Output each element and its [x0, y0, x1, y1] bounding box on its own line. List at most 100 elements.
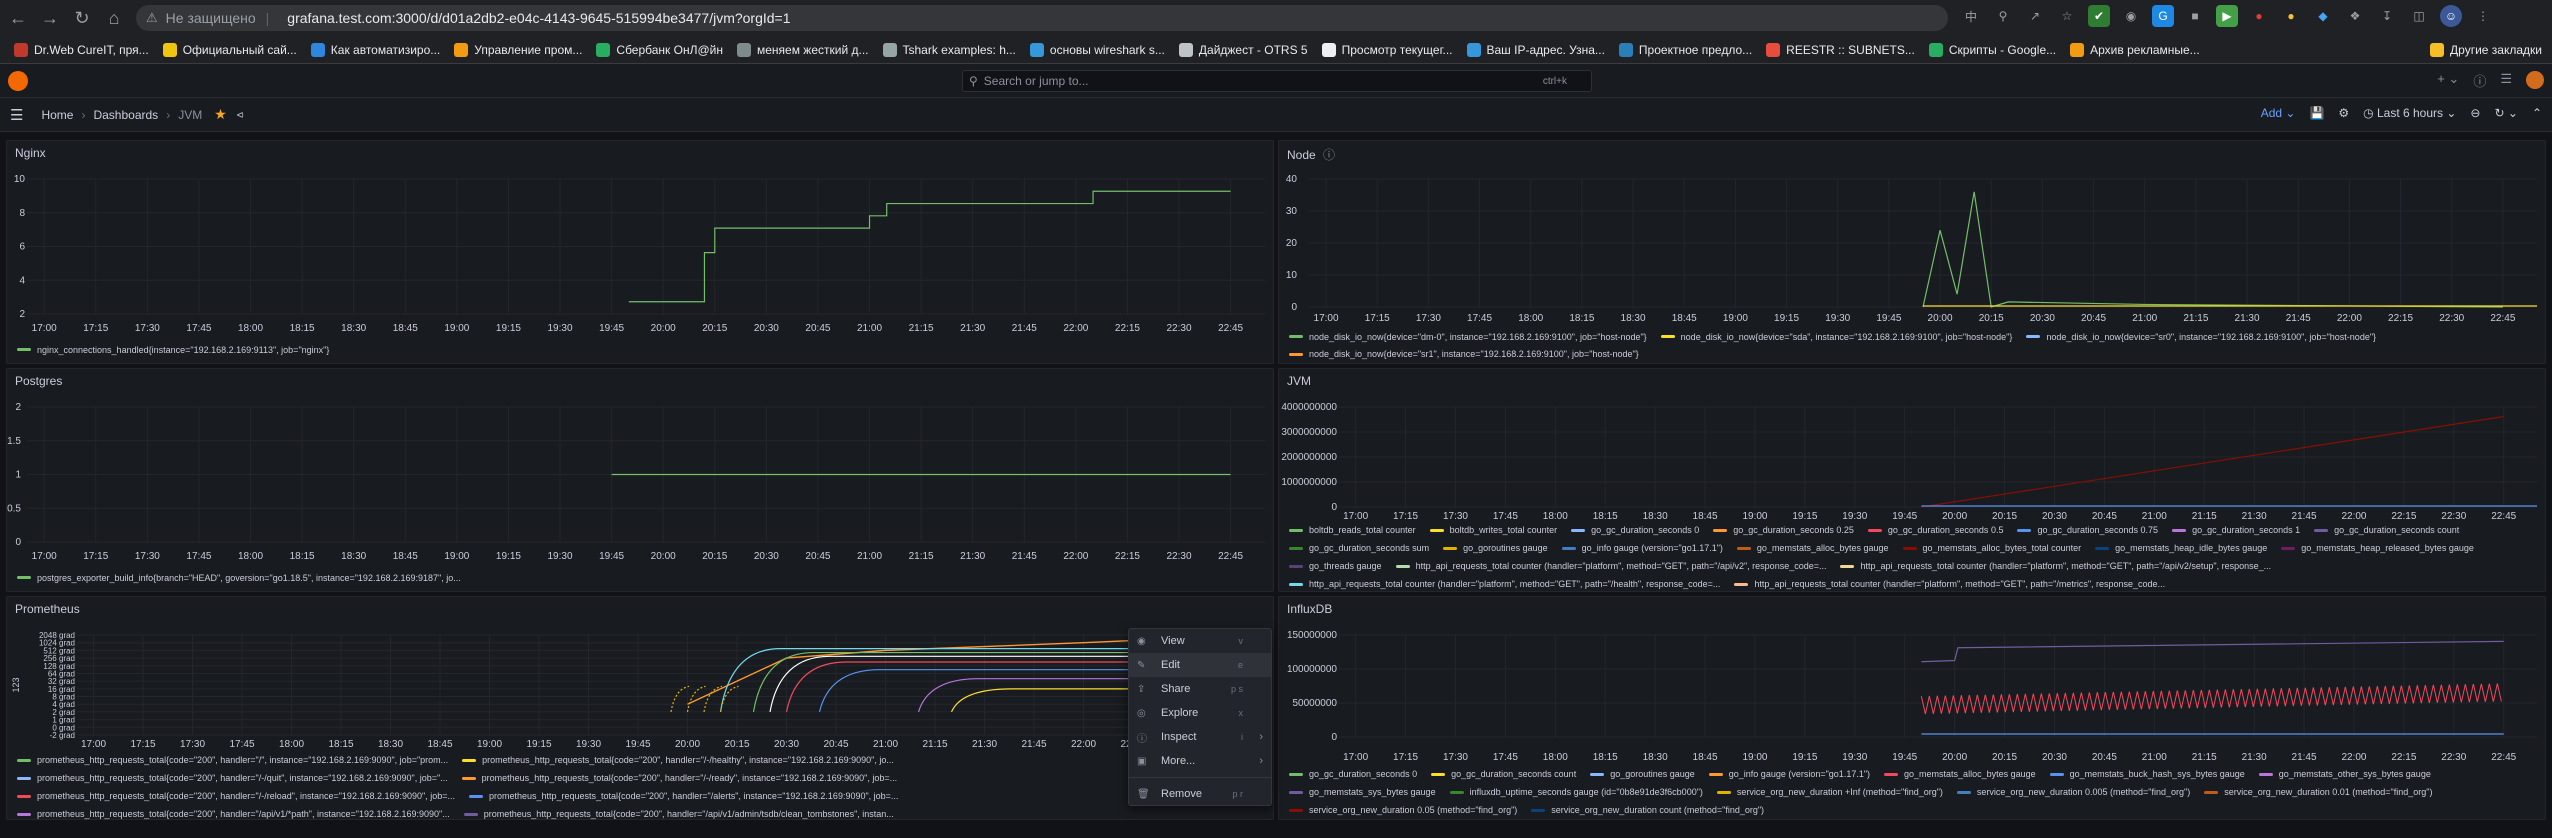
extension-green-icon[interactable]: ✔	[2088, 5, 2110, 27]
legend-item[interactable]: go_memstats_sys_bytes gauge	[1289, 784, 1436, 801]
side-panel-icon[interactable]: ◫	[2408, 5, 2430, 27]
legend-item[interactable]: go_gc_duration_seconds 0.25	[1713, 522, 1854, 539]
legend-item[interactable]: service_org_new_duration count (method="…	[1531, 802, 1764, 819]
legend-item[interactable]: node_disk_io_now{device="sda", instance=…	[1660, 329, 2012, 345]
help-icon[interactable]: ⓘ	[2473, 71, 2486, 90]
legend-item[interactable]: go_memstats_alloc_bytes_total counter	[1902, 540, 2081, 557]
menu-item-inspect[interactable]: ⓘ Inspect i ›	[1129, 725, 1271, 749]
address-bar[interactable]: ⚠ Не защищено | grafana.test.com:3000/d/…	[136, 5, 1948, 31]
bookmark-item[interactable]: Ваш IP-адрес. Узна...	[1466, 42, 1605, 57]
legend-item[interactable]: go_gc_duration_seconds count	[2314, 522, 2459, 539]
legend-item[interactable]: nginx_connections_handled{instance="192.…	[17, 345, 329, 355]
legend-item[interactable]: go_memstats_heap_idle_bytes gauge	[2095, 540, 2267, 557]
legend-item[interactable]: go_gc_duration_seconds 0.75	[2017, 522, 2158, 539]
legend-item[interactable]: go_gc_duration_seconds 0	[1571, 522, 1699, 539]
legend-item[interactable]: go_goroutines gauge	[1443, 540, 1548, 557]
browser-menu-icon[interactable]: ⋮	[2472, 5, 2494, 27]
other-bookmarks[interactable]: Другие закладки	[2430, 42, 2542, 57]
downloads-icon[interactable]: ↧	[2376, 5, 2398, 27]
extension-sun-icon[interactable]: ●	[2280, 5, 2302, 27]
legend-item[interactable]: go_memstats_heap_released_bytes gauge	[2281, 540, 2474, 557]
legend-item[interactable]: node_disk_io_now{device="dm-0", instance…	[1289, 329, 1647, 345]
legend-item[interactable]: service_org_new_duration 0.05 (method="f…	[1289, 802, 1517, 819]
legend-item[interactable]: go_info gauge (version="go1.17.1")	[1561, 540, 1723, 557]
panel-jvm[interactable]: JVM 4000000000 3000000000 2000000000 100000…	[1278, 368, 2546, 592]
legend-item[interactable]: http_api_requests_total counter (handler…	[1840, 558, 2271, 575]
legend-item[interactable]: http_api_requests_total counter (handler…	[1395, 558, 1826, 575]
collapse-icon[interactable]: ⌃	[2532, 106, 2542, 120]
legend-item[interactable]: go_threads gauge	[1289, 558, 1382, 575]
extensions-puzzle-icon[interactable]: ❖	[2344, 5, 2366, 27]
bookmark-item[interactable]: основы wireshark s...	[1029, 42, 1165, 57]
bookmark-item[interactable]: Официальный сай...	[162, 42, 297, 57]
legend-item[interactable]: http_api_requests_total counter (handler…	[1734, 576, 2165, 593]
legend-item[interactable]: go_gc_duration_seconds sum	[1289, 540, 1429, 557]
legend-item[interactable]: prometheus_http_requests_total{code="200…	[461, 770, 897, 787]
menu-item-edit[interactable]: ✎ Edit e	[1129, 653, 1271, 677]
legend-item[interactable]: http_api_requests_total counter (handler…	[1289, 576, 1720, 593]
legend-item[interactable]: prometheus_http_requests_total{code="200…	[17, 806, 450, 823]
forward-icon[interactable]: →	[36, 4, 64, 32]
add-button[interactable]: Add ⌄	[2261, 106, 2296, 120]
extension-blue-icon[interactable]: G	[2152, 5, 2174, 27]
legend-item[interactable]: prometheus_http_requests_total{code="200…	[17, 752, 448, 769]
home-icon[interactable]: ⌂	[100, 4, 128, 32]
panel-node[interactable]: Node ⓘ 40 30 20 10 0 17:00 17:15 17:30 17:45 18:0…	[1278, 140, 2546, 364]
reload-icon[interactable]: ↻	[68, 4, 96, 32]
legend-item[interactable]: go_memstats_other_sys_bytes gauge	[2258, 766, 2431, 783]
legend-item[interactable]: prometheus_http_requests_total{code="200…	[17, 788, 455, 805]
zoom-icon[interactable]: ⚲	[1992, 5, 2014, 27]
share-dashboard-icon[interactable]: ⪦	[237, 107, 244, 122]
extension-block-icon[interactable]: ▶	[2216, 5, 2238, 27]
breadcrumb-dashboards[interactable]: Dashboards	[93, 108, 158, 122]
legend-item[interactable]: postgres_exporter_build_info{branch="HEA…	[17, 573, 461, 583]
bookmark-item[interactable]: Просмотр текущег...	[1321, 42, 1453, 57]
legend-item[interactable]: go_gc_duration_seconds 0.5	[1867, 522, 2003, 539]
legend-item[interactable]: prometheus_http_requests_total{code="200…	[17, 770, 448, 787]
bookmark-star-icon[interactable]: ☆	[2056, 5, 2078, 27]
legend-item[interactable]: service_org_new_duration +Inf (method="f…	[1716, 784, 1943, 801]
breadcrumb-home[interactable]: Home	[41, 108, 73, 122]
menu-item-explore[interactable]: ◎ Explore x	[1129, 701, 1271, 725]
save-icon[interactable]: 💾	[2309, 106, 2324, 120]
legend-item[interactable]: influxdb_uptime_seconds gauge (id="0b8e9…	[1449, 784, 1703, 801]
legend-item[interactable]: go_gc_duration_seconds count	[1431, 766, 1576, 783]
legend-item[interactable]: prometheus_http_requests_total{code="200…	[463, 806, 894, 823]
legend-item[interactable]: go_gc_duration_seconds 1	[2172, 522, 2300, 539]
new-plus-icon[interactable]: + ⌄	[2437, 71, 2459, 90]
menu-item-remove[interactable]: 🗑 Remove p r	[1129, 782, 1271, 806]
menu-item-more[interactable]: ▣ More... ›	[1129, 749, 1271, 773]
bookmark-item[interactable]: REESTR :: SUBNETS...	[1766, 42, 1915, 57]
legend-item[interactable]: prometheus_http_requests_total{code="200…	[468, 788, 898, 805]
settings-gear-icon[interactable]: ⚙	[2338, 106, 2349, 120]
panel-postgres[interactable]: Postgres 2 1.5 1 0.5 0 17:00 17:15 17:30 17:45 18…	[6, 368, 1274, 592]
bookmark-item[interactable]: Tshark examples: h...	[882, 42, 1016, 57]
legend-item[interactable]: node_disk_io_now{device="sr0", instance=…	[2026, 329, 2376, 345]
bookmark-item[interactable]: Сбербанк ОнЛ@йн	[596, 42, 723, 57]
star-icon[interactable]: ★	[214, 106, 227, 123]
menu-icon[interactable]: ☰	[10, 106, 23, 124]
translate-icon[interactable]: 中	[1960, 5, 1982, 27]
panel-influxdb[interactable]: InfluxDB 150000000 100000000 50000000 0 17:0…	[1278, 596, 2546, 820]
panel-nginx[interactable]: Nginx 10 8 6 4 2 17:00 17:15 17:30 17:45 18:00 18:…	[6, 140, 1274, 364]
bookmark-item[interactable]: меняем жесткий д...	[737, 42, 869, 57]
news-icon[interactable]: ☰	[2500, 71, 2512, 90]
share-page-icon[interactable]: ↗	[2024, 5, 2046, 27]
bookmark-item[interactable]: Архив рекламные...	[2070, 42, 2200, 57]
bookmark-item[interactable]: Управление пром...	[454, 42, 582, 57]
bookmark-item[interactable]: Dr.Web CureIT, пря...	[14, 42, 149, 57]
bookmark-item[interactable]: Проектное предло...	[1618, 42, 1752, 57]
legend-item[interactable]: boltdb_reads_total counter	[1289, 522, 1416, 539]
user-avatar[interactable]	[2526, 71, 2544, 89]
extension-shield-icon[interactable]: ◆	[2312, 5, 2334, 27]
legend-item[interactable]: go_goroutines gauge	[1590, 766, 1695, 783]
legend-item[interactable]: prometheus_http_requests_total{code="200…	[462, 752, 894, 769]
legend-item[interactable]: boltdb_writes_total counter	[1429, 522, 1557, 539]
legend-item[interactable]: go_gc_duration_seconds 0	[1289, 766, 1417, 783]
refresh-icon[interactable]: ↻ ⌄	[2494, 106, 2517, 120]
panel-prometheus[interactable]: Prometheus 2048 grad 1024 grad 512 grad 256…	[6, 596, 1274, 820]
legend-item[interactable]: go_memstats_alloc_bytes gauge	[1884, 766, 2036, 783]
search-input[interactable]: ⚲ Search or jump to... ctrl+k	[962, 70, 1592, 92]
menu-item-view[interactable]: ◉ View v	[1129, 629, 1271, 653]
legend-item[interactable]: service_org_new_duration 0.005 (method="…	[1956, 784, 2190, 801]
